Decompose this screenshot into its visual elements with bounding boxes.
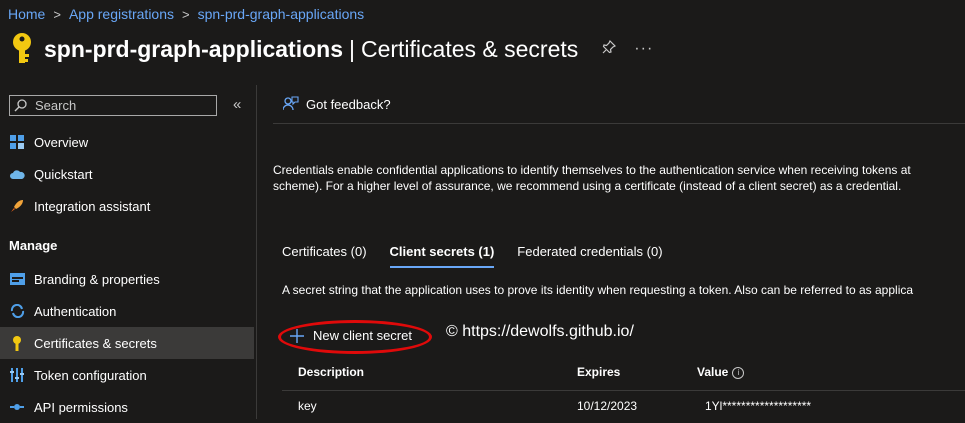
search-icon: [14, 99, 27, 112]
tab-federated-credentials[interactable]: Federated credentials (0): [517, 244, 662, 268]
info-icon[interactable]: i: [732, 367, 745, 379]
table-cell-value: 1Yl*******************: [705, 399, 812, 413]
sidebar-item-token-configuration[interactable]: Token configuration: [0, 359, 254, 391]
column-header-expires: Expires: [577, 365, 621, 379]
table-cell-description: key: [298, 399, 317, 413]
branding-icon: [9, 271, 25, 287]
breadcrumb-separator: >: [182, 7, 190, 22]
sidebar-item-integration-assistant[interactable]: Integration assistant: [0, 190, 254, 222]
tab-client-secrets[interactable]: Client secrets (1): [389, 244, 495, 268]
overview-icon: [9, 134, 25, 150]
column-header-value: Value i: [697, 365, 745, 379]
value-header-label: Value: [697, 365, 729, 379]
sidebar-divider: [256, 85, 257, 419]
sidebar-section-manage: Manage: [9, 238, 58, 253]
sidebar-item-label: Quickstart: [34, 166, 93, 182]
sidebar-item-certificates-secrets[interactable]: Certificates & secrets: [0, 327, 254, 359]
table-cell-expires: 10/12/2023: [577, 399, 638, 413]
key-icon: [9, 335, 25, 351]
breadcrumb-app[interactable]: spn-prd-graph-applications: [198, 6, 365, 22]
sidebar-item-label: Integration assistant: [34, 198, 151, 214]
sidebar-item-authentication[interactable]: Authentication: [0, 295, 254, 327]
more-options-icon[interactable]: ···: [634, 40, 653, 58]
sidebar-item-label: Branding & properties: [34, 271, 160, 287]
sidebar-item-quickstart[interactable]: Quickstart: [0, 158, 254, 190]
credentials-description: Credentials enable confidential applicat…: [273, 162, 965, 194]
sidebar-item-api-permissions[interactable]: API permissions: [0, 391, 254, 423]
key-icon: [13, 33, 31, 63]
search-input[interactable]: [33, 97, 207, 114]
watermark-text: © https://dewolfs.github.io/: [446, 323, 634, 340]
search-box[interactable]: [9, 95, 217, 116]
sidebar-item-label: Certificates & secrets: [34, 335, 157, 351]
cloud-icon: [9, 166, 25, 182]
credential-tabs: Certificates (0) Client secrets (1) Fede…: [282, 244, 686, 268]
column-header-description: Description: [298, 365, 365, 379]
feedback-label: Got feedback?: [306, 96, 391, 112]
breadcrumb-separator: >: [53, 7, 61, 22]
toolbar-divider: [273, 123, 965, 124]
authentication-icon: [9, 303, 25, 319]
sidebar-item-overview[interactable]: Overview: [0, 126, 254, 158]
page-title-app: spn-prd-graph-applications: [44, 35, 343, 62]
title-separator: |: [349, 35, 355, 62]
sidebar-item-label: Token configuration: [34, 367, 147, 383]
breadcrumb-home[interactable]: Home: [8, 6, 45, 22]
collapse-sidebar-icon[interactable]: «: [233, 96, 241, 113]
feedback-button[interactable]: Got feedback?: [283, 96, 391, 112]
api-icon: [9, 399, 25, 415]
table-header-divider: [282, 390, 965, 391]
client-secrets-description: A secret string that the application use…: [282, 283, 914, 297]
page-header: spn-prd-graph-applications | Certificate…: [8, 31, 653, 67]
sidebar-item-branding[interactable]: Branding & properties: [0, 263, 254, 295]
breadcrumb: Home > App registrations > spn-prd-graph-app…: [8, 6, 364, 22]
sidebar-item-label: API permissions: [34, 399, 128, 415]
rocket-icon: [9, 198, 25, 214]
description-line: scheme). For a higher level of assurance…: [273, 179, 902, 193]
sidebar-item-label: Overview: [34, 134, 89, 150]
sidebar-item-label: Authentication: [34, 303, 117, 319]
feedback-icon: [283, 96, 299, 111]
pin-icon[interactable]: [602, 39, 617, 59]
tab-certificates[interactable]: Certificates (0): [282, 244, 367, 268]
description-line: Credentials enable confidential applicat…: [273, 163, 911, 177]
breadcrumb-app-registrations[interactable]: App registrations: [69, 6, 174, 22]
token-icon: [9, 367, 25, 383]
highlight-circle: [278, 320, 432, 354]
page-title: Certificates & secrets: [360, 35, 579, 62]
